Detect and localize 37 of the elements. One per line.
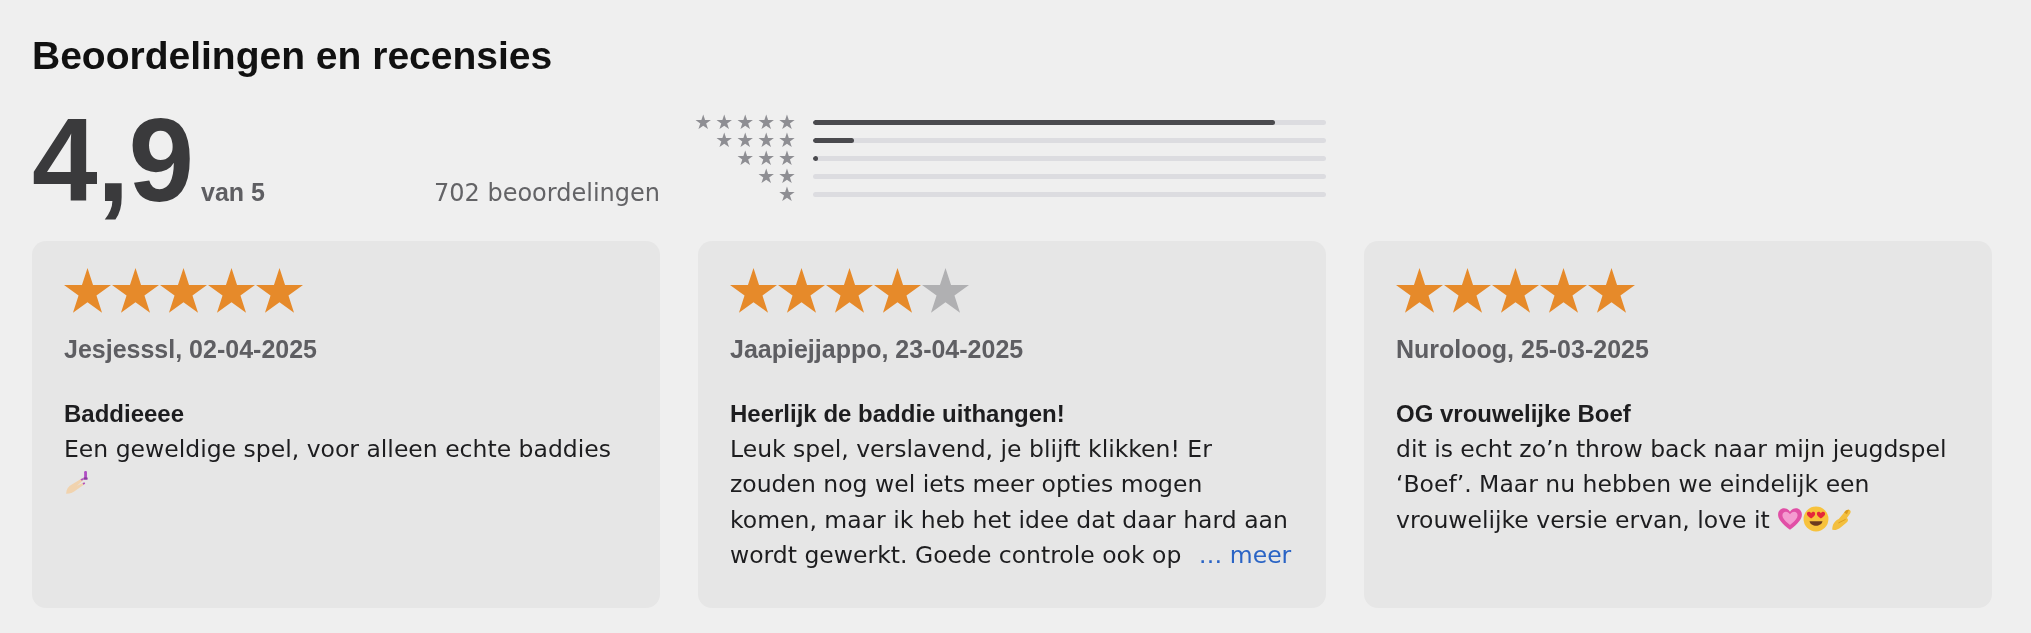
more-link[interactable]: … meer [1198, 541, 1292, 570]
heart-icon [1777, 505, 1804, 532]
review-text: Leuk spel, verslavend, je blijft klikken! Er zouden nog wel iets meer opties mogen komen, maar ik heb het idee dat daar hard aan wordt gewerkt. Goede controle ook op … meer [730, 433, 1293, 572]
review-text: Een geweldige spel, voor alleen echte baddies [64, 431, 628, 503]
star-level-label: ★★★★ [715, 131, 799, 149]
star-icon [1492, 268, 1539, 313]
star-level-label: ★★★ [736, 149, 799, 167]
rating-count: 702 beoordelingen [434, 179, 660, 207]
star-icon [1540, 268, 1587, 313]
review-author-date: Jaapiejjappo, 23-04-2025 [730, 333, 1024, 364]
star-icon [64, 268, 111, 313]
star-icon [112, 268, 159, 313]
star-icon [778, 268, 825, 313]
heart-eyes-face-icon [1803, 505, 1830, 532]
review-author-date: Jesjesssl, 02-04-2025 [64, 333, 317, 364]
star-icon [1588, 268, 1635, 313]
star-icon [256, 268, 303, 313]
star-level-label: ★ [778, 185, 799, 203]
average-score: 4,9 [32, 101, 194, 219]
star-icon [1396, 268, 1443, 313]
star-icon [730, 268, 777, 313]
star-icon [874, 268, 921, 313]
review-text: dit is echt zo’n throw back naar mijn jeugdspel ‘Boef’. Maar nu hebben we eindelijk een vrouwelijke versie ervan, love it [1396, 433, 1948, 536]
review-title: Baddieeee [64, 398, 185, 429]
score-scale: van 5 [201, 178, 265, 207]
star-icon [922, 268, 969, 313]
review-title: Heerlijk de baddie uithangen! [730, 398, 1065, 429]
star-icon [1444, 268, 1491, 313]
review-title: OG vrouwelijke Boef [1396, 398, 1631, 429]
star-icon [826, 268, 873, 313]
star-level-label: ★★ [757, 167, 799, 185]
review-author-date: Nuroloog, 25-03-2025 [1396, 333, 1649, 364]
section-title: Beoordelingen en recensies [32, 33, 553, 79]
star-level-label: ★★★★★ [694, 113, 799, 131]
star-icon [160, 268, 207, 313]
nail-polish-icon [64, 470, 90, 497]
star-icon [208, 268, 255, 313]
